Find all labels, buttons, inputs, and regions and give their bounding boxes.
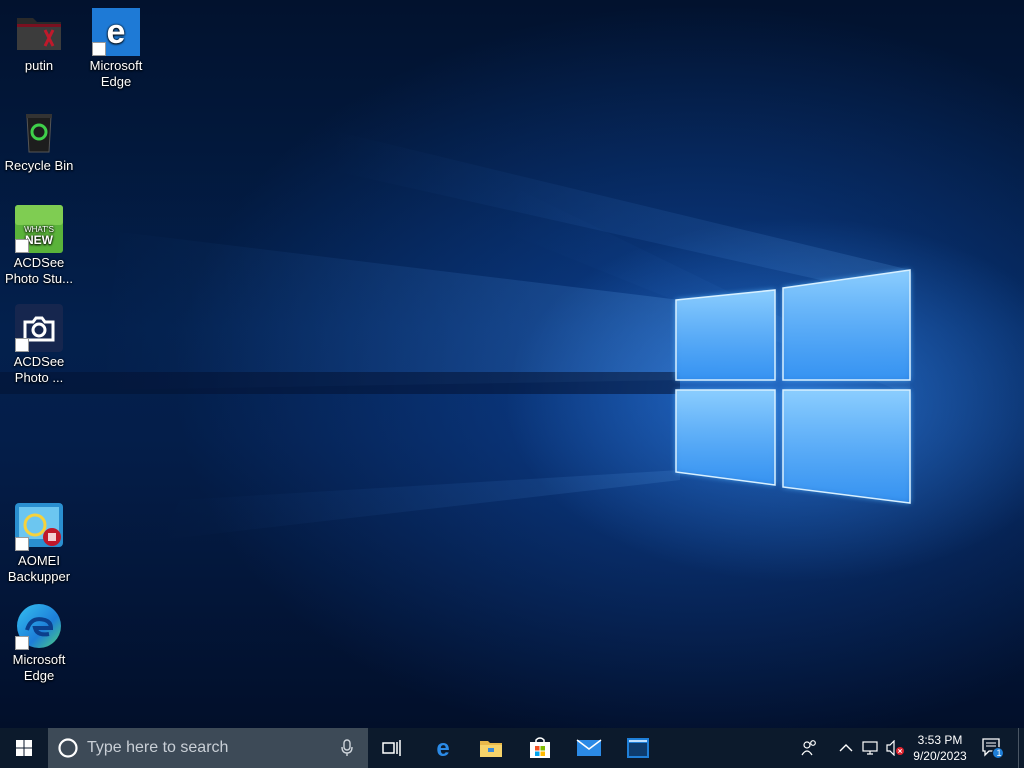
notification-count-badge: 1 — [996, 748, 1002, 758]
svg-text:e: e — [107, 13, 126, 51]
desktop-icon-aomei-backupper[interactable]: AOMEI Backupper — [1, 503, 77, 585]
edge-chromium-icon — [15, 602, 63, 650]
shortcut-arrow-icon — [15, 338, 29, 352]
microsoft-store-icon — [530, 737, 550, 758]
whats-new-badge-line2: NEW — [25, 233, 54, 247]
taskbar: Type here to search e 3:53 PM 9/20/2023 … — [0, 728, 1024, 768]
svg-text:e: e — [436, 736, 449, 760]
task-view-button[interactable] — [368, 728, 416, 768]
clock-time: 3:53 PM — [917, 733, 963, 747]
chevron-up-icon — [839, 744, 853, 752]
desktop-icon-recycle-bin[interactable]: Recycle Bin — [1, 108, 77, 174]
aomei-backupper-icon — [15, 503, 63, 551]
shortcut-arrow-icon — [15, 537, 29, 551]
desktop-icon-label: AOMEI Backupper — [7, 553, 71, 584]
people-icon — [801, 740, 816, 756]
taskbar-edge-button[interactable]: e — [419, 728, 467, 768]
desktop-icon-label: Microsoft Edge — [89, 58, 143, 89]
show-desktop-button[interactable] — [1018, 728, 1024, 768]
network-button[interactable] — [858, 728, 882, 768]
acdsee-camera-icon — [15, 304, 63, 352]
wallpaper-windows-logo — [0, 130, 911, 540]
desktop-icon-label: Recycle Bin — [4, 158, 74, 173]
shortcut-arrow-icon — [92, 42, 106, 56]
desktop-icon-label: ACDSee Photo Stu... — [5, 255, 73, 286]
folder-icon — [15, 8, 63, 56]
search-box[interactable]: Type here to search — [48, 728, 368, 768]
desktop-icon-label: Microsoft Edge — [12, 652, 66, 683]
desktop-icon-acdsee-photo-studio[interactable]: WHAT'S NEW ACDSee Photo Stu... — [1, 205, 77, 287]
desktop-icon-label: ACDSee Photo ... — [13, 354, 65, 385]
acdsee-whats-new-icon: WHAT'S NEW — [15, 205, 63, 253]
show-hidden-icons-button[interactable] — [834, 728, 858, 768]
taskbar-clock[interactable]: 3:53 PM 9/20/2023 — [906, 728, 974, 768]
taskbar-file-explorer-button[interactable] — [467, 728, 515, 768]
desktop-icon-putin[interactable]: putin — [1, 8, 77, 74]
cortana-circle-icon — [58, 738, 78, 758]
shortcut-arrow-icon — [15, 636, 29, 650]
taskbar-store-button[interactable] — [516, 728, 564, 768]
edge-legacy-icon: e — [92, 8, 140, 56]
taskbar-mail-button[interactable] — [565, 728, 613, 768]
desktop[interactable]: putin e Microsoft Edge Recycle Bin WHAT'… — [0, 0, 1024, 728]
microphone-icon[interactable] — [341, 739, 353, 757]
file-explorer-icon — [480, 741, 502, 757]
taskbar-app-window-button[interactable] — [614, 728, 662, 768]
mail-icon — [576, 739, 602, 756]
desktop-icon-microsoft-edge-legacy[interactable]: e Microsoft Edge — [78, 8, 154, 90]
edge-icon: e — [436, 736, 449, 760]
desktop-icon-label: putin — [24, 58, 54, 73]
recycle-bin-icon — [15, 108, 63, 156]
volume-muted-icon — [886, 740, 904, 756]
people-button[interactable] — [798, 728, 822, 768]
desktop-icon-microsoft-edge[interactable]: Microsoft Edge — [1, 602, 77, 684]
task-view-icon — [382, 740, 401, 756]
windows-start-icon — [16, 740, 32, 756]
start-button[interactable] — [0, 728, 48, 768]
search-placeholder: Type here to search — [87, 739, 229, 756]
network-icon — [862, 741, 878, 755]
shortcut-arrow-icon — [15, 239, 29, 253]
volume-button[interactable] — [883, 728, 907, 768]
action-center-button[interactable]: 1 — [980, 728, 1006, 768]
desktop-icon-acdsee-photo[interactable]: ACDSee Photo ... — [1, 304, 77, 386]
clock-date: 9/20/2023 — [913, 749, 967, 763]
window-app-icon — [627, 738, 649, 758]
